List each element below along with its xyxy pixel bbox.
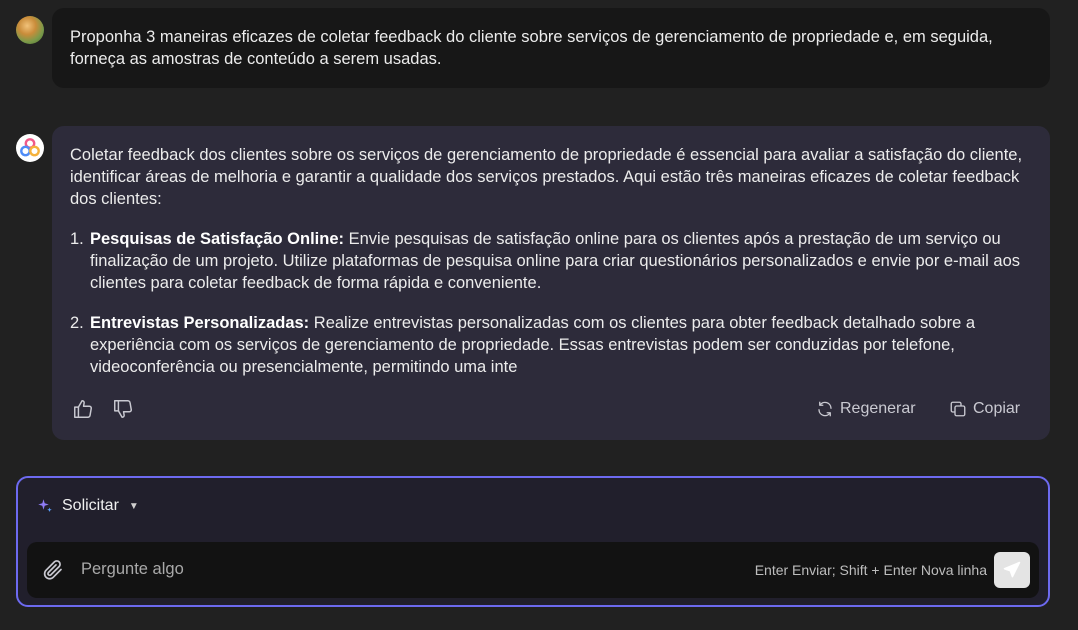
send-button[interactable] xyxy=(994,552,1030,588)
chat-window: Proponha 3 maneiras eficazes de coletar … xyxy=(0,0,1078,630)
list-item-title: Pesquisas de Satisfação Online: xyxy=(90,230,345,248)
copy-label: Copiar xyxy=(973,400,1021,417)
send-icon xyxy=(1003,561,1021,578)
regenerate-button[interactable]: Regenerar xyxy=(816,396,916,422)
assistant-message-bubble: Coletar feedback dos clientes sobre os s… xyxy=(52,126,1050,440)
assistant-logo-icon xyxy=(20,138,40,157)
user-message-text: Proponha 3 maneiras eficazes de coletar … xyxy=(70,28,993,68)
list-item-number: 2. xyxy=(70,314,84,332)
input-row: Enter Enviar; Shift + Enter Nova linha xyxy=(27,542,1039,598)
copy-icon xyxy=(950,401,966,417)
list-item-number: 1. xyxy=(70,230,84,248)
sparkle-icon xyxy=(38,499,52,512)
mode-selector[interactable]: Solicitar ▼ xyxy=(36,495,139,517)
keyboard-hint: Enter Enviar; Shift + Enter Nova linha xyxy=(754,562,987,578)
paperclip-icon[interactable] xyxy=(41,558,65,582)
composer: Solicitar ▼ Enter Enviar; Shift + Enter … xyxy=(16,476,1050,607)
list-item: 1. Pesquisas de Satisfação Online: Envie … xyxy=(70,228,1032,294)
user-avatar xyxy=(16,16,44,44)
user-message-bubble: Proponha 3 maneiras eficazes de coletar … xyxy=(52,8,1050,88)
list-item-title: Entrevistas Personalizadas: xyxy=(90,314,310,332)
assistant-avatar xyxy=(16,134,44,162)
refresh-icon xyxy=(818,401,832,417)
thumbs-down-icon[interactable] xyxy=(112,398,134,420)
assistant-actions: Regenerar Copiar xyxy=(52,396,1050,422)
feedback-methods-list: 1. Pesquisas de Satisfação Online: Envie … xyxy=(70,228,1032,378)
caret-down-icon: ▼ xyxy=(128,500,139,512)
thumbs-up-icon[interactable] xyxy=(72,398,94,420)
regenerate-label: Regenerar xyxy=(840,400,916,417)
list-item: 2. Entrevistas Personalizadas: Realize en… xyxy=(70,312,1032,378)
prompt-input[interactable] xyxy=(81,552,741,586)
copy-button[interactable]: Copiar xyxy=(949,396,1020,422)
mode-label: Solicitar xyxy=(62,497,119,514)
assistant-intro: Coletar feedback dos clientes sobre os s… xyxy=(70,146,1023,208)
